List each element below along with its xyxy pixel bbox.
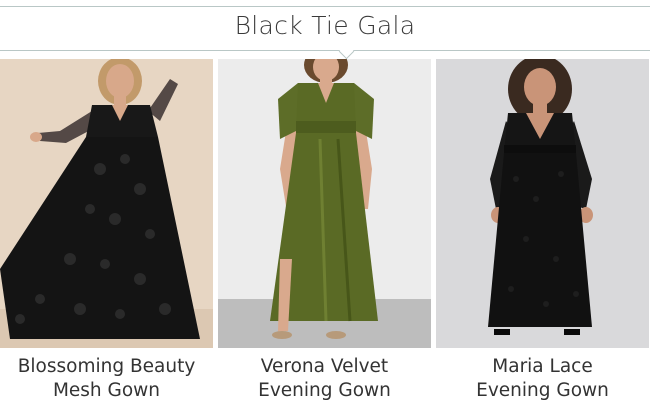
header-pointer-notch [338,43,355,60]
product-name[interactable]: Verona Velvet Evening Gown [218,355,431,403]
section-title: Black Tie Gala [234,11,416,40]
product-name-line2[interactable]: Mesh Gown [0,379,213,403]
product-image[interactable] [218,59,431,348]
section-header: Black Tie Gala [0,0,650,60]
header-bottom-divider [0,50,650,51]
header-top-divider [0,6,650,7]
product-image[interactable] [436,59,649,348]
product-image[interactable] [0,59,213,348]
product-card-verona-velvet[interactable]: Verona Velvet Evening Gown [218,59,431,407]
product-name-line2[interactable]: Evening Gown [218,379,431,403]
product-name-line1[interactable]: Verona Velvet [218,355,431,379]
product-name[interactable]: Blossoming Beauty Mesh Gown [0,355,213,403]
product-name[interactable]: Maria Lace Evening Gown [436,355,649,403]
product-card-blossoming-beauty[interactable]: Blossoming Beauty Mesh Gown [0,59,213,407]
product-name-line2[interactable]: Evening Gown [436,379,649,403]
product-name-line1[interactable]: Blossoming Beauty [0,355,213,379]
product-card-maria-lace[interactable]: Maria Lace Evening Gown [436,59,649,407]
product-name-line1[interactable]: Maria Lace [436,355,649,379]
